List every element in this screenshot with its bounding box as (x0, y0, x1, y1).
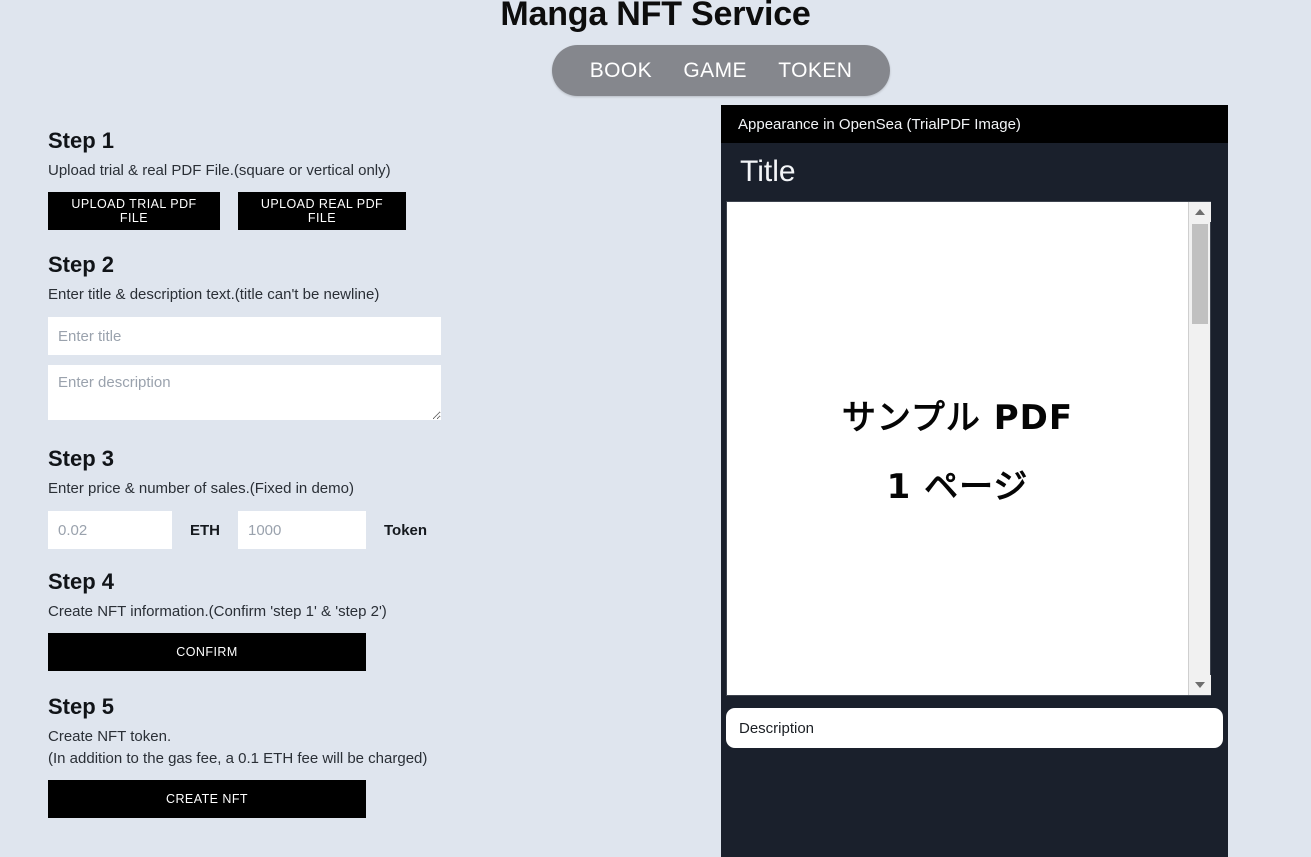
step-2-description: Enter title & description text.(title ca… (48, 286, 380, 303)
price-input[interactable] (48, 511, 172, 549)
page-title: Manga NFT Service (500, 0, 811, 33)
step-3-heading: Step 3 (48, 446, 115, 471)
description-input[interactable] (48, 365, 441, 420)
main-navigation: BOOK GAME TOKEN (552, 45, 890, 96)
confirm-button[interactable]: CONFIRM (48, 633, 366, 671)
step-4-block: Step 4 Create NFT information.(Confirm '… (48, 569, 387, 671)
nav-token[interactable]: TOKEN (772, 57, 858, 85)
step-5-block: Step 5 Create NFT token. (In addition to… (48, 694, 427, 818)
price-row: ETH Token (48, 511, 427, 549)
nav-game[interactable]: GAME (677, 57, 752, 85)
token-count-input[interactable] (238, 511, 366, 549)
step-4-heading: Step 4 (48, 569, 115, 594)
scrollbar-thumb[interactable] (1192, 224, 1208, 324)
preview-description-box: Description (726, 708, 1223, 748)
preview-description-label: Description (739, 719, 815, 737)
pdf-preview-frame: サンプル PDF 1 ページ (726, 201, 1211, 696)
scroll-down-arrow-icon[interactable] (1189, 675, 1211, 695)
step-4-description: Create NFT information.(Confirm 'step 1'… (48, 603, 387, 620)
create-nft-button[interactable]: CREATE NFT (48, 780, 366, 818)
step-2-block: Step 2 Enter title & description text.(t… (48, 252, 488, 425)
preview-nft-title: Title (740, 155, 796, 188)
preview-bar: Appearance in OpenSea (TrialPDF Image) (721, 105, 1228, 143)
step-3-description: Enter price & number of sales.(Fixed in … (48, 480, 354, 497)
price-unit-label: ETH (190, 521, 220, 539)
step-5-heading: Step 5 (48, 694, 115, 719)
opensea-preview-panel: Appearance in OpenSea (TrialPDF Image) T… (721, 105, 1228, 857)
pdf-page: サンプル PDF 1 ページ (727, 202, 1188, 695)
step-5-description-line-1: Create NFT token. (48, 728, 172, 745)
app-root: Manga NFT Service BOOK GAME TOKEN Step 1… (0, 0, 1311, 857)
upload-real-pdf-button[interactable]: UPLOAD REAL PDF FILE (238, 192, 406, 230)
pdf-scrollbar[interactable] (1188, 202, 1211, 695)
pdf-text-line-1: サンプル PDF (841, 397, 1074, 438)
preview-bar-label: Appearance in OpenSea (TrialPDF Image) (738, 115, 1021, 133)
nav-book[interactable]: BOOK (584, 57, 658, 85)
triangle-down-icon (1195, 682, 1205, 688)
step-5-button-row: CREATE NFT (48, 780, 427, 818)
step-1-block: Step 1 Upload trial & real PDF File.(squ… (48, 128, 406, 230)
step-1-description: Upload trial & real PDF File.(square or … (48, 162, 391, 179)
title-input[interactable] (48, 317, 441, 355)
upload-trial-pdf-button[interactable]: UPLOAD TRIAL PDF FILE (48, 192, 220, 230)
step-3-block: Step 3 Enter price & number of sales.(Fi… (48, 446, 427, 549)
scroll-up-arrow-icon[interactable] (1189, 202, 1211, 222)
token-unit-label: Token (384, 521, 428, 539)
step-1-heading: Step 1 (48, 128, 115, 153)
step-1-button-row: UPLOAD TRIAL PDF FILE UPLOAD REAL PDF FI… (48, 192, 406, 230)
step-2-heading: Step 2 (48, 252, 115, 277)
triangle-up-icon (1195, 209, 1205, 215)
step-4-button-row: CONFIRM (48, 633, 387, 671)
step-5-description-line-2: (In addition to the gas fee, a 0.1 ETH f… (48, 750, 428, 767)
pdf-text-line-2: 1 ページ (886, 466, 1029, 507)
